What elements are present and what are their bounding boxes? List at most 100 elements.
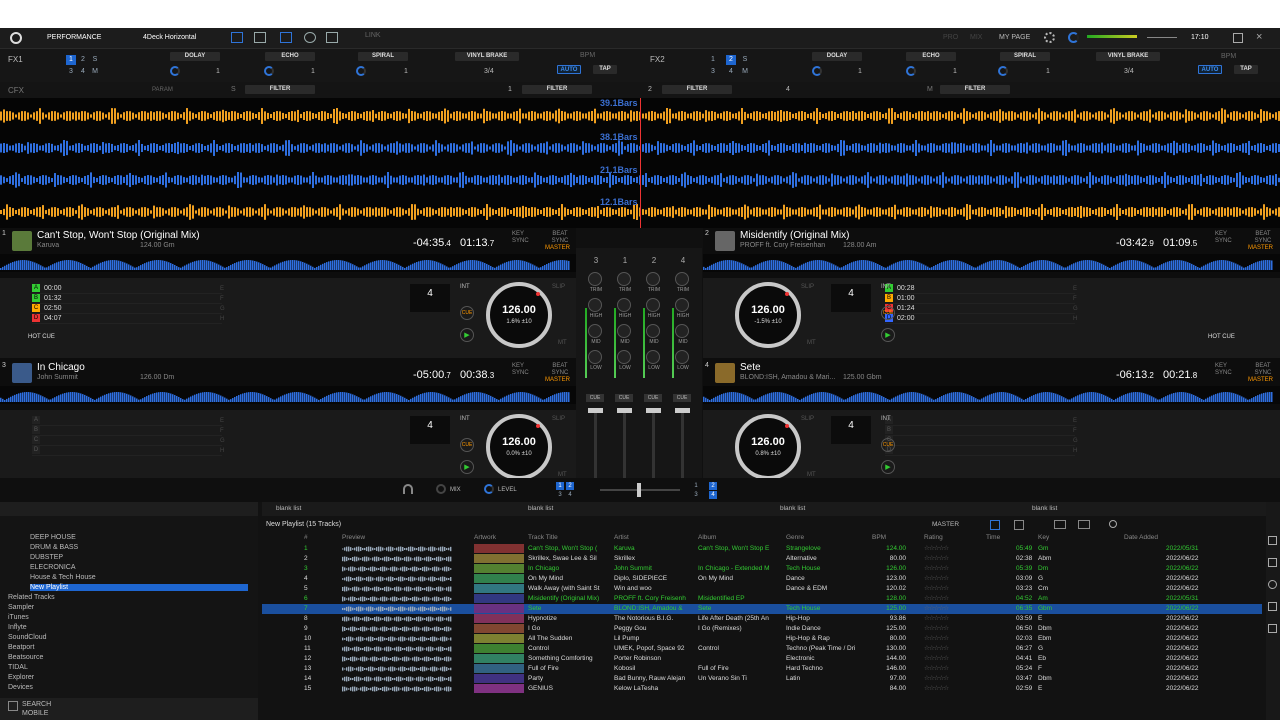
settings-gear-icon[interactable] [1044, 32, 1055, 43]
related-icon[interactable] [1268, 558, 1277, 567]
tree-item[interactable]: House & Tech House [30, 574, 96, 581]
row-preview[interactable] [342, 624, 454, 634]
mixer-high-knob[interactable] [617, 298, 631, 312]
blank-list-tab[interactable]: blank list [1032, 505, 1057, 512]
mixer-low-knob[interactable] [588, 350, 602, 364]
tree-item[interactable]: DEEP HOUSE [30, 534, 76, 541]
hot-cue-mode[interactable]: HOT CUE [1208, 334, 1235, 340]
my-page-button[interactable]: MY PAGE [999, 34, 1030, 41]
beat-sync-button[interactable]: BEAT SYNC [1251, 363, 1275, 377]
row-rating[interactable]: ☆☆☆☆☆ [924, 664, 984, 674]
table-row[interactable]: 12 Something Comforting Porter Robinson Ele… [262, 654, 1262, 664]
row-rating[interactable]: ☆☆☆☆☆ [924, 644, 984, 654]
hot-cue-c[interactable]: C 02:50 G [32, 304, 225, 314]
row-rating[interactable]: ☆☆☆☆☆ [924, 594, 984, 604]
mixer-trim-knob[interactable] [617, 272, 631, 286]
hot-cue-c[interactable]: CG [32, 436, 225, 446]
column-time[interactable]: Time [986, 534, 1000, 541]
logo-icon[interactable] [10, 32, 22, 44]
cue-button[interactable]: CUE [460, 306, 474, 320]
row-rating[interactable]: ☆☆☆☆☆ [924, 554, 984, 564]
fx1-slot-3[interactable]: SPIRAL [358, 52, 408, 61]
close-icon[interactable]: × [1256, 31, 1262, 43]
row-preview[interactable] [342, 644, 454, 654]
hot-cue-b[interactable]: B 01:00 F [885, 294, 1077, 304]
mixer-low-knob[interactable] [617, 350, 631, 364]
tree-item[interactable]: iTunes [8, 614, 29, 621]
mixer-cue-button[interactable]: CUE [615, 394, 633, 402]
fx2-knob-3[interactable] [998, 66, 1008, 76]
fx2-bank-m[interactable]: M [740, 67, 750, 77]
table-row[interactable]: 7 Sete BLOND:ISH, Amadou & Sete Tech House 12… [262, 604, 1262, 614]
table-row[interactable]: 6 Misidentify (Original Mix) PROFF ft. Cor… [262, 594, 1262, 604]
column-track-title[interactable]: Track Title [528, 534, 558, 541]
xfader-assign-left-1[interactable]: 1 [556, 482, 564, 490]
jog-wheel[interactable]: 126.00 -1.5% ±10 [735, 282, 801, 348]
column-artist[interactable]: Artist [614, 534, 629, 541]
fx1-bank-s[interactable]: S [90, 55, 100, 65]
int-label[interactable]: INT [460, 284, 470, 290]
table-row[interactable]: 14 Party Bad Bunny, Rauw Alejan Un Verano S… [262, 674, 1262, 684]
beat-jump-display[interactable]: 4 [831, 416, 871, 444]
cue-button[interactable]: CUE [881, 438, 895, 452]
xfader-assign-right-2[interactable]: 2 [709, 482, 717, 490]
layout-icon[interactable] [231, 32, 243, 43]
row-preview[interactable] [342, 574, 454, 584]
fx1-bank-2[interactable]: 2 [78, 55, 88, 65]
beat-jump-display[interactable]: 4 [410, 416, 450, 444]
master-button[interactable]: MASTER [1248, 245, 1273, 252]
beat-jump-display[interactable]: 4 [410, 284, 450, 312]
fader-cap[interactable] [588, 408, 603, 413]
detail-view-icon[interactable] [1014, 520, 1024, 530]
fx1-knob-3[interactable] [356, 66, 366, 76]
row-rating[interactable]: ☆☆☆☆☆ [924, 574, 984, 584]
fx1-bank-4[interactable]: 4 [78, 67, 88, 77]
row-preview[interactable] [342, 604, 454, 614]
link-icon[interactable] [1268, 624, 1277, 633]
beat-sync-button[interactable]: BEAT SYNC [548, 363, 572, 377]
deck-overview-waveform[interactable] [703, 386, 1280, 404]
deck-overview-waveform[interactable] [703, 254, 1280, 272]
jog-wheel[interactable]: 126.00 1.6% ±10 [486, 282, 552, 348]
tree-item[interactable]: Related Tracks [8, 594, 55, 601]
row-preview[interactable] [342, 654, 454, 664]
artwork-view-icon[interactable] [1054, 520, 1066, 529]
row-rating[interactable]: ☆☆☆☆☆ [924, 544, 984, 554]
xfader-assign-right-4[interactable]: 4 [709, 491, 717, 499]
headphone-level-knob[interactable] [484, 484, 494, 494]
int-label[interactable]: INT [881, 416, 891, 422]
row-rating[interactable]: ☆☆☆☆☆ [924, 654, 984, 664]
fx2-beat[interactable]: 3/4 [1124, 68, 1134, 75]
row-rating[interactable]: ☆☆☆☆☆ [924, 624, 984, 634]
deck-overview-waveform[interactable] [0, 386, 576, 404]
fx2-knob-2[interactable] [906, 66, 916, 76]
hot-cue-a[interactable]: AE [885, 416, 1077, 426]
hot-cue-d[interactable]: D 04:07 H [32, 314, 224, 324]
column-artwork[interactable]: Artwork [474, 534, 496, 541]
mixer-trim-knob[interactable] [646, 272, 660, 286]
row-preview[interactable] [342, 664, 454, 674]
row-preview[interactable] [342, 554, 454, 564]
channel-fader[interactable] [588, 408, 603, 478]
row-preview[interactable] [342, 544, 454, 554]
key-sync-label[interactable]: KEY [1215, 231, 1227, 238]
table-row[interactable]: 5 Walk Away (with Saint St Win and woo Danc… [262, 584, 1262, 594]
hot-cue-a[interactable]: A 00:28 E [885, 284, 1077, 294]
row-rating[interactable]: ☆☆☆☆☆ [924, 584, 984, 594]
column-rating[interactable]: Rating [924, 534, 943, 541]
table-row[interactable]: 9 I Go Peggy Gou I Go (Remixes) Indie Dance 1… [262, 624, 1262, 634]
fx2-bank-3[interactable]: 3 [708, 67, 718, 77]
split-view-icon[interactable] [1078, 520, 1090, 529]
hot-cue-c[interactable]: CG [885, 436, 1078, 446]
hot-cue-b[interactable]: BF [32, 426, 224, 436]
hot-cue-d[interactable]: DH [885, 446, 1077, 456]
play-button[interactable]: ▶ [460, 328, 474, 342]
table-row[interactable]: 10 All The Sudden Lil Pump Hip-Hop & Rap 80.… [262, 634, 1262, 644]
mixer-high-knob[interactable] [646, 298, 660, 312]
fx2-slot-2[interactable]: ECHO [906, 52, 956, 61]
fx1-vinyl-brake[interactable]: VINYL BRAKE [455, 52, 519, 61]
play-button[interactable]: ▶ [881, 328, 895, 342]
row-rating[interactable]: ☆☆☆☆☆ [924, 614, 984, 624]
search-mobile-bar[interactable]: SEARCH MOBILE [0, 698, 258, 720]
tree-item[interactable]: SoundCloud [8, 634, 47, 641]
